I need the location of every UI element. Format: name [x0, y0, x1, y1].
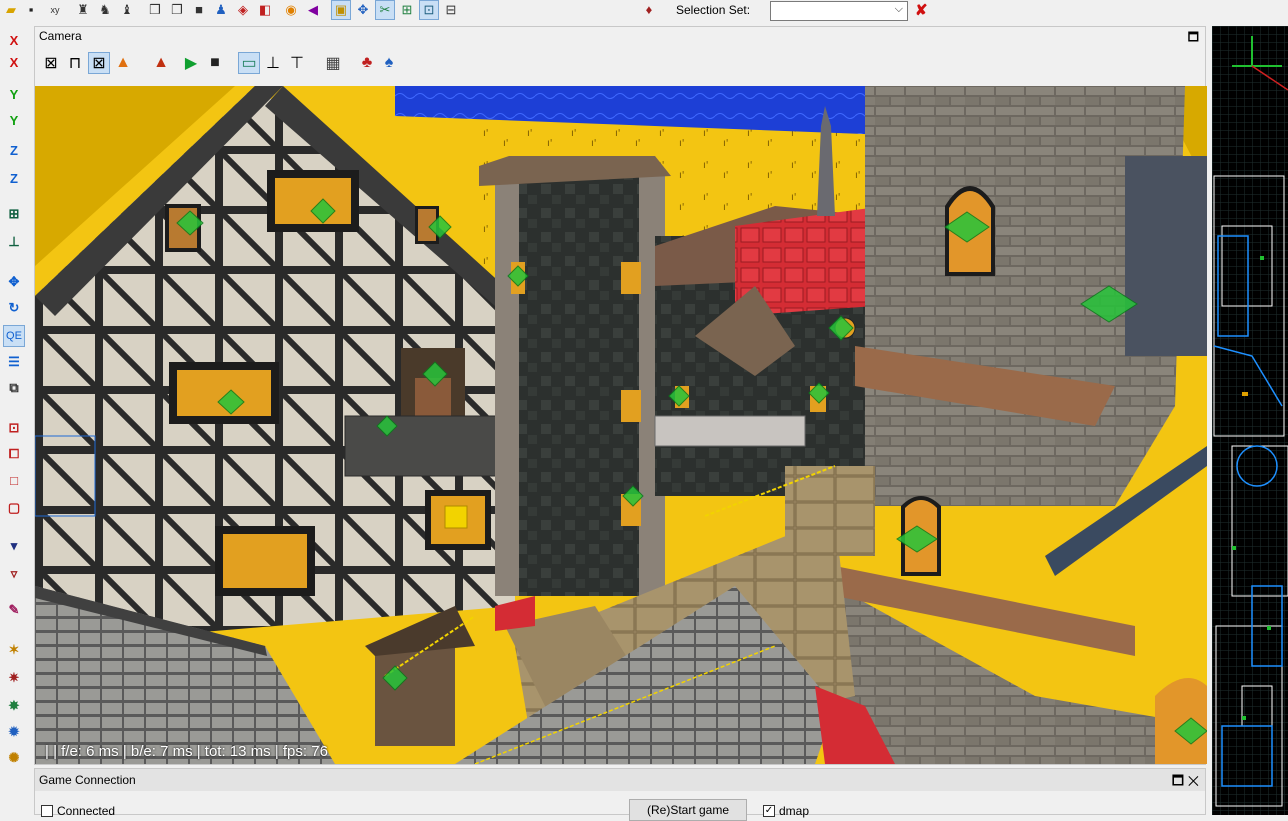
checkbox-box: [41, 805, 53, 817]
rotate-icon[interactable]: ↻: [4, 298, 24, 318]
sound-icon[interactable]: ◀: [304, 1, 322, 19]
filter-alt-icon[interactable]: ♠: [379, 53, 399, 73]
flip-y-button[interactable]: Y: [4, 84, 24, 104]
camera-viewport[interactable]: ı' ı': [35, 86, 1207, 764]
lock-icon[interactable]: ▣: [331, 0, 351, 20]
flip-z-button[interactable]: Z: [4, 140, 24, 160]
ortho-view[interactable]: [1212, 26, 1288, 815]
vertex-icon-3[interactable]: ✸: [4, 696, 24, 716]
qe-button[interactable]: QE: [3, 325, 25, 347]
camera-icon[interactable]: ♟: [212, 1, 230, 19]
vertex-icon-2[interactable]: ✷: [4, 668, 24, 688]
clipper-left-icon[interactable]: ☰: [4, 352, 24, 372]
texture-icon[interactable]: ◈: [234, 1, 252, 19]
region-icon[interactable]: ◧: [256, 1, 274, 19]
clipper-icon[interactable]: ✂: [375, 0, 395, 20]
left-toolbar: X X Y Y Z Z ⊞ ⊥ ✥ ↻ QE ☰ ⧉ ⊡ ⧠ □ ▢ ▾ ▿ ✎…: [0, 26, 30, 815]
render-stats: | | f/e: 6 ms | b/e: 7 ms | tot: 13 ms |…: [45, 743, 328, 760]
delete-selection-set-icon[interactable]: ✘: [915, 1, 928, 19]
wireframe-icon[interactable]: ⊠: [41, 53, 61, 73]
brush-tool-icon[interactable]: ♜: [74, 1, 92, 19]
ortho-grid: [1212, 26, 1288, 815]
restart-game-button[interactable]: (Re)Start game: [629, 799, 747, 821]
axis-label-y: Y: [9, 86, 19, 102]
clip-in-icon[interactable]: ⊥: [263, 53, 283, 73]
maximize-icon[interactable]: 🗖: [1188, 28, 1199, 49]
game-connection-header: Game Connection 🗖 ✕: [35, 769, 1205, 791]
cube-solid-icon[interactable]: ■: [190, 1, 208, 19]
select-inside-icon[interactable]: ⊡: [419, 0, 439, 20]
cube-outline-icon[interactable]: ❐: [168, 1, 186, 19]
rotate-y-button[interactable]: Y: [4, 110, 24, 130]
filter-icon[interactable]: ♣: [357, 53, 377, 73]
portal-icon[interactable]: ⊟: [442, 1, 460, 19]
lighting-icon[interactable]: ▲: [113, 53, 133, 73]
camera-panel-title: Camera: [39, 29, 82, 43]
stop-icon[interactable]: ■: [205, 53, 225, 73]
hollow-icon[interactable]: □: [4, 470, 24, 490]
save-file-icon[interactable]: ▪: [22, 1, 40, 19]
align-icon[interactable]: ⊥: [4, 232, 24, 252]
rotate-z-button[interactable]: Z: [4, 168, 24, 188]
flat-shade-icon[interactable]: ⊓: [65, 53, 85, 73]
select-all-icon[interactable]: ⊞: [398, 1, 416, 19]
selection-set-label: Selection Set:: [676, 3, 751, 17]
csg-merge-icon[interactable]: ⧠: [4, 444, 24, 464]
resize-icon[interactable]: ⧉: [4, 378, 24, 398]
dmap-checkbox[interactable]: ✓ dmap: [763, 804, 809, 818]
camera-toolbar: ⊠ ⊓ ⊠ ▲ ▲ ▶ ■ ▭ ⊥ ⊤ ▦ ♣ ♠: [41, 52, 541, 77]
far-clip-icon[interactable]: ▭: [238, 52, 260, 74]
texture-fit-icon[interactable]: ⊞: [4, 204, 24, 224]
close-icon[interactable]: ✕: [1188, 773, 1199, 788]
grid-icon[interactable]: ▦: [323, 53, 343, 73]
axis-label-x: X: [9, 54, 19, 70]
clip-out-icon[interactable]: ⊤: [287, 53, 307, 73]
cube-icon[interactable]: ❒: [146, 1, 164, 19]
light-icon[interactable]: ◉: [282, 1, 300, 19]
selection-set-combo[interactable]: ⌵: [770, 1, 908, 21]
make-room-icon[interactable]: ▢: [4, 498, 24, 518]
flip-x-button[interactable]: X: [4, 30, 24, 50]
vertex-icon-1[interactable]: ✶: [4, 640, 24, 660]
flip-xy-icon[interactable]: xy: [46, 1, 64, 19]
connected-label: Connected: [57, 804, 116, 818]
light-preview-icon[interactable]: ▲: [151, 53, 171, 73]
selection-clear-icon[interactable]: ♦: [640, 1, 658, 19]
checkbox-box-checked: ✓: [763, 805, 775, 817]
axis-label-z: Z: [10, 142, 18, 158]
maximize-icon[interactable]: 🗖: [1172, 773, 1184, 788]
rotate-x-button[interactable]: X: [4, 52, 24, 72]
axis-label-z: Z: [10, 170, 18, 186]
game-connection-title: Game Connection: [39, 773, 136, 787]
play-icon[interactable]: ▶: [181, 53, 201, 73]
brush-paint-icon[interactable]: ✎: [4, 600, 24, 620]
camera-panel: Camera 🗖 ⊠ ⊓ ⊠ ▲ ▲ ▶ ■ ▭ ⊥ ⊤ ▦ ♣ ♠ | | f…: [34, 26, 1207, 765]
patch-tool-icon[interactable]: ♞: [96, 1, 114, 19]
game-connection-panel: Game Connection 🗖 ✕ Connected (Re)Start …: [34, 768, 1206, 821]
chevron-down-icon: ⌵: [894, 3, 903, 15]
csg-subtract-icon[interactable]: ⊡: [4, 418, 24, 438]
select-partial-icon[interactable]: ▿: [4, 564, 24, 584]
main-toolbar: ▰ ▪ xy ♜ ♞ ♝ ❒ ❐ ■ ♟ ◈ ◧ ◉ ◀ ▣ ✥ ✂ ⊞ ⊡ ⊟…: [0, 0, 1288, 22]
vertex-icon-5[interactable]: ✺: [4, 748, 24, 768]
dmap-label: dmap: [779, 804, 810, 818]
axis-label-y: Y: [9, 112, 19, 128]
textured-icon[interactable]: ⊠: [88, 52, 110, 74]
entity-tool-icon[interactable]: ♝: [118, 1, 136, 19]
vertex-icon-4[interactable]: ✹: [4, 722, 24, 742]
axis-label-x: X: [9, 32, 19, 48]
snap-icon[interactable]: ✥: [354, 1, 372, 19]
panel-controls: 🗖 ✕: [1172, 772, 1199, 794]
select-touching-icon[interactable]: ▾: [4, 536, 24, 556]
open-file-icon[interactable]: ▰: [2, 1, 20, 19]
move-icon[interactable]: ✥: [4, 272, 24, 292]
scene-render: ı' ı': [35, 86, 1207, 764]
connected-checkbox[interactable]: Connected: [41, 804, 115, 818]
qe-label: QE: [6, 330, 22, 342]
